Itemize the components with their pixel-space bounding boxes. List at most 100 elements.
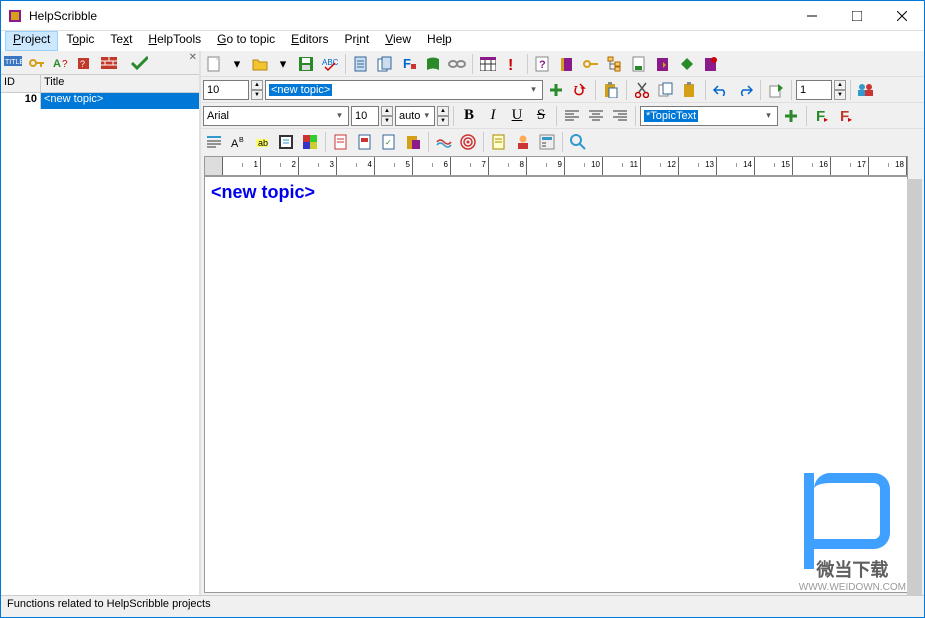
code-block-icon[interactable] [275,131,297,153]
auto-select[interactable]: auto▾ [395,106,435,126]
col-id[interactable]: ID [1,75,41,92]
new-dd-icon[interactable]: ▾ [227,53,247,75]
book-purple-icon[interactable] [556,53,578,75]
editor-heading: <new topic> [211,182,901,203]
doc-green-icon[interactable] [628,53,650,75]
size-input[interactable] [351,106,379,126]
svg-text:F: F [403,56,411,71]
style-add-icon[interactable] [780,105,802,127]
link-chain-icon[interactable] [446,53,468,75]
form-icon[interactable] [536,131,558,153]
page-input[interactable] [796,80,832,100]
insert-doc-icon[interactable] [330,131,352,153]
export-icon[interactable] [765,79,787,101]
align-block-icon[interactable] [203,131,225,153]
vertical-scrollbar[interactable] [907,179,922,614]
check-icon[interactable] [130,54,148,72]
book-purple2-icon[interactable] [652,53,674,75]
menu-editors[interactable]: Editors [283,31,336,51]
target-icon[interactable] [457,131,479,153]
new-icon[interactable] [203,53,225,75]
underline-button[interactable]: U [506,106,528,126]
font-color-icon[interactable]: F [398,53,420,75]
font-select[interactable]: Arial ▾ [203,106,349,126]
col-title[interactable]: Title [41,75,199,92]
open-dd-icon[interactable]: ▾ [273,53,293,75]
svg-text:ab: ab [258,138,268,148]
color-swatch-icon[interactable] [299,131,321,153]
auto-spinner[interactable]: ▲▼ [437,106,449,126]
tree-icon[interactable] [604,53,626,75]
clipboard-purple-icon[interactable] [402,131,424,153]
italic-button[interactable]: I [482,106,504,126]
minimize-button[interactable] [789,1,834,30]
wave-icon[interactable] [433,131,455,153]
highlight-icon[interactable]: ab [251,131,273,153]
pane-close-icon[interactable]: ✕ [189,52,197,63]
align-center-icon[interactable] [585,105,607,127]
size-spinner[interactable]: ▲▼ [381,106,393,126]
help-question-icon[interactable]: ? [532,53,554,75]
menu-print[interactable]: Print [337,31,378,51]
users-icon[interactable] [855,79,877,101]
paste-icon[interactable] [600,79,622,101]
align-left-icon[interactable] [561,105,583,127]
spellcheck-icon[interactable]: ABC [319,53,341,75]
style-value: *TopicText [644,110,698,122]
ruler[interactable]: 12 34 56 78 910 1112 1314 1516 1718 [204,156,908,176]
open-icon[interactable] [249,53,271,75]
cut-icon[interactable] [631,79,653,101]
grid-icon[interactable] [477,53,499,75]
recycle-icon[interactable] [569,79,591,101]
insert-doc3-icon[interactable]: ✓ [378,131,400,153]
menu-text[interactable]: Text [102,31,140,51]
doc-blue-icon[interactable] [350,53,372,75]
insert-doc2-icon[interactable] [354,131,376,153]
svg-text:▸: ▸ [848,115,852,124]
key-gold-icon[interactable] [580,53,602,75]
warning-icon[interactable]: ! [501,53,523,75]
a-question-icon[interactable]: A? [52,54,70,72]
bold-button[interactable]: B [458,106,480,126]
style-select[interactable]: *TopicText ▾ [640,106,778,126]
paste2-icon[interactable] [679,79,701,101]
note-icon[interactable] [488,131,510,153]
page-spinner[interactable]: ▲▼ [834,80,846,100]
person-icon[interactable] [512,131,534,153]
topic-id-input[interactable] [203,80,249,100]
svg-text:▸: ▸ [824,115,828,124]
add-topic-icon[interactable] [545,79,567,101]
topic-row[interactable]: 10 <new topic> [1,93,199,109]
menu-view[interactable]: View [377,31,419,51]
editor-pane: ▾ ▾ ABC F ! ? ▲▼ [201,51,924,595]
search-icon[interactable] [567,131,589,153]
title-badge-icon[interactable]: TITLE [4,54,22,72]
hidden-question-icon[interactable]: ? [76,54,94,72]
maximize-button[interactable] [834,1,879,30]
svg-text:A: A [231,138,239,149]
align-right-icon[interactable] [609,105,631,127]
topic-select[interactable]: <new topic> ▾ [265,80,543,100]
menu-help[interactable]: Help [419,31,460,51]
super-icon[interactable]: AB [227,131,249,153]
editor-area[interactable]: <new topic> [204,176,908,593]
undo-icon[interactable] [710,79,732,101]
menu-goto[interactable]: Go to topic [209,31,283,51]
book-red-icon[interactable] [700,53,722,75]
brick-icon[interactable] [100,54,118,72]
strike-button[interactable]: S [530,106,552,126]
save-icon[interactable] [295,53,317,75]
menu-project[interactable]: Project [5,31,58,51]
redo-icon[interactable] [734,79,756,101]
key-yellow-icon[interactable] [28,54,46,72]
doc-copy-icon[interactable] [374,53,396,75]
book-green-icon[interactable] [422,53,444,75]
copy-icon[interactable] [655,79,677,101]
menu-topic[interactable]: Topic [58,31,102,51]
id-spinner[interactable]: ▲▼ [251,80,263,100]
diamond-icon[interactable] [676,53,698,75]
menu-helptools[interactable]: HelpTools [140,31,209,51]
f-green-icon[interactable]: F▸ [811,105,833,127]
f-red-icon[interactable]: F▸ [835,105,857,127]
close-button[interactable] [879,1,924,30]
